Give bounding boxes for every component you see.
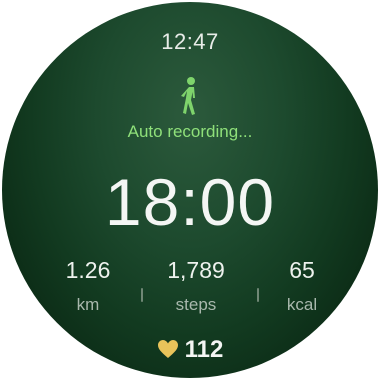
steps-stat: 1,789 steps: [150, 256, 242, 316]
calories-stat: 65 kcal: [272, 256, 332, 316]
stat-divider: [141, 288, 143, 302]
workout-duration: 18:00: [104, 165, 276, 239]
calories-value: 65: [289, 257, 315, 283]
steps-value: 1,789: [167, 257, 225, 283]
calories-unit: kcal: [286, 295, 318, 314]
stat-divider: [257, 288, 259, 302]
heart-icon: [157, 340, 178, 358]
walking-person-icon: [181, 77, 195, 115]
steps-unit: steps: [175, 295, 217, 314]
distance-unit: km: [76, 295, 100, 314]
heart-rate-value: 112: [184, 336, 224, 363]
heart-rate: 112: [2, 336, 378, 364]
status-text: Auto recording...: [127, 122, 253, 141]
watch-face: 12:47 Auto recording... 18:00 1.26 km 1,…: [2, 2, 378, 378]
distance-stat: 1.26 km: [58, 256, 118, 316]
clock-time: 12:47: [161, 29, 219, 54]
distance-value: 1.26: [65, 257, 111, 283]
